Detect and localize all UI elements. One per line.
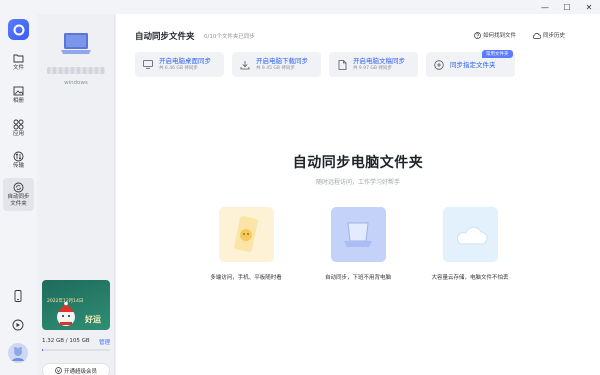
close-button[interactable]: ✕: [578, 0, 600, 14]
minimize-button[interactable]: —: [534, 0, 556, 14]
folder-icon: [13, 52, 25, 64]
laptop-icon[interactable]: [59, 31, 93, 57]
document-icon: [337, 59, 347, 70]
cloud-icon: [532, 32, 541, 39]
apps-icon: [13, 118, 25, 130]
cloud-illustration-icon: [442, 207, 498, 262]
sync-card-title: 开启电脑下载同步: [256, 57, 308, 65]
history-label: 同步历史: [543, 33, 566, 39]
laptop-illustration-icon: [330, 207, 386, 262]
help-label: 如何找到文件: [483, 33, 517, 39]
avatar[interactable]: [8, 343, 28, 363]
rail-item-transfer[interactable]: 传输: [3, 150, 34, 170]
vip-icon: [55, 367, 62, 374]
app-logo: [8, 19, 29, 40]
feature-label: 大容量云存储，电脑文件不怕丢: [431, 275, 509, 281]
rail-item-photos[interactable]: 相册: [3, 85, 34, 105]
feature-multi-device: 多端访问，手机、平板随时看: [191, 207, 301, 281]
feature-auto-sync: 自动同步，下班不用背电脑: [303, 207, 413, 281]
compass-icon[interactable]: [11, 318, 25, 332]
main-content: 自动同步文件夹 0/10个文件夹已同步 如何找到文件 同步历史 开启电脑桌面同步…: [116, 14, 600, 375]
sync-card-title: 开启电脑桌面同步: [159, 57, 211, 65]
logo-icon: [13, 24, 24, 35]
rail-label: 传输: [12, 163, 24, 169]
rail-item-files[interactable]: 文件: [3, 52, 34, 72]
download-icon: [240, 60, 250, 70]
sync-documents-card[interactable]: 开启电脑文稿同步 共 9.97 GB 待同步: [329, 52, 418, 77]
phone-illustration-icon: [218, 207, 274, 262]
hero-title: 自动同步电脑文件夹: [292, 155, 424, 171]
rail-item-apps[interactable]: 应用: [3, 118, 34, 138]
vip-label: 开通超级会员: [63, 368, 97, 375]
feature-label: 多端访问，手机、平板随时看: [210, 275, 282, 281]
photo-icon: [13, 85, 25, 97]
history-link[interactable]: 同步历史: [532, 31, 565, 39]
feature-cloud-storage: 大容量云存储，电脑文件不怕丢: [415, 207, 525, 281]
storage-bar-fill: [42, 349, 44, 351]
device-os-label: windows: [64, 80, 88, 86]
rail-label: 文件: [12, 65, 24, 71]
feature-label: 自动同步，下班不用背电脑: [324, 275, 391, 281]
rail-label: 应用: [12, 131, 24, 137]
manage-link[interactable]: 管理: [99, 338, 110, 346]
device-name: [47, 67, 105, 74]
mascot-icon: [57, 302, 75, 326]
rail-label: 相册: [12, 98, 24, 104]
sync-count: 0/10个文件夹已同步: [204, 34, 255, 40]
sync-download-card[interactable]: 开启电脑下载同步 共 9.45 GB 待同步: [232, 52, 321, 77]
phone-icon[interactable]: [11, 289, 25, 303]
sync-icon: [13, 181, 25, 193]
sync-card-title: 同步指定文件夹: [450, 60, 496, 69]
rail-item-auto-sync[interactable]: 自动同步 文件夹: [3, 178, 34, 211]
device-panel: windows 2022年12月14日 好运 1.32 GB / 105 GB …: [37, 14, 115, 375]
transfer-icon: [13, 150, 25, 162]
user-avatar-icon: [12, 347, 24, 361]
help-icon: [474, 31, 481, 39]
common-folder-badge: 常用文件夹: [482, 50, 513, 58]
sync-card-size: 共 9.97 GB 待同步: [353, 66, 392, 71]
sync-card-title: 开启电脑文稿同步: [353, 57, 405, 65]
sync-card-size: 共 9.45 GB 待同步: [256, 66, 295, 71]
maximize-button[interactable]: ☐: [556, 0, 578, 14]
desktop-icon: [143, 60, 153, 70]
storage-info: 1.32 GB / 105 GB 管理: [42, 338, 110, 346]
storage-bar: [42, 349, 110, 351]
rail-label: 自动同步 文件夹: [7, 194, 30, 207]
sync-card-size: 共 6.46 GB 待同步: [159, 66, 198, 71]
promo-text: 好运: [85, 315, 101, 324]
window-controls: — ☐ ✕: [534, 0, 600, 14]
sync-desktop-card[interactable]: 开启电脑桌面同步 共 6.46 GB 待同步: [135, 52, 224, 77]
help-link[interactable]: 如何找到文件: [474, 31, 516, 39]
storage-used: 1.32 GB / 105 GB: [42, 338, 90, 344]
promo-banner[interactable]: 2022年12月14日 好运: [42, 280, 110, 330]
plus-circle-icon: [434, 59, 444, 70]
nav-rail: 文件 相册 应用 传输 自动同步 文件夹: [0, 0, 37, 375]
vip-button[interactable]: 开通超级会员: [42, 363, 110, 375]
hero-subtitle: 随时远程访问，工作学习好帮手: [315, 179, 400, 186]
page-title: 自动同步文件夹: [135, 32, 195, 42]
